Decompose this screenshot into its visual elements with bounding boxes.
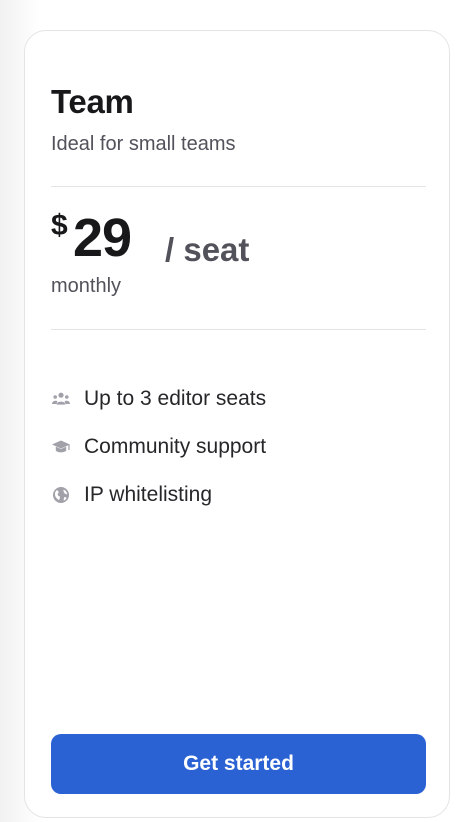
feature-list: Up to 3 editor seats Community support I…: [51, 375, 266, 519]
divider: [51, 329, 426, 330]
globe-icon: [51, 485, 71, 505]
price-amount: 29: [73, 208, 132, 268]
feature-item: IP whitelisting: [51, 471, 266, 519]
price-unit: / seat: [165, 231, 250, 268]
plan-name: Team: [51, 83, 134, 120]
pricing-card: Team Ideal for small teams $ 29 / seat m…: [24, 30, 450, 818]
currency-symbol: $: [51, 209, 68, 242]
divider: [51, 186, 426, 187]
feature-item: Up to 3 editor seats: [51, 375, 266, 423]
plan-description: Ideal for small teams: [51, 133, 236, 155]
feature-item: Community support: [51, 423, 266, 471]
feature-label: Up to 3 editor seats: [84, 387, 267, 410]
get-started-button[interactable]: Get started: [51, 734, 426, 794]
graduation-cap-icon: [51, 437, 71, 457]
billing-period: monthly: [51, 275, 122, 297]
feature-label: IP whitelisting: [84, 483, 213, 506]
users-icon: [51, 389, 71, 409]
feature-label: Community support: [84, 435, 267, 458]
